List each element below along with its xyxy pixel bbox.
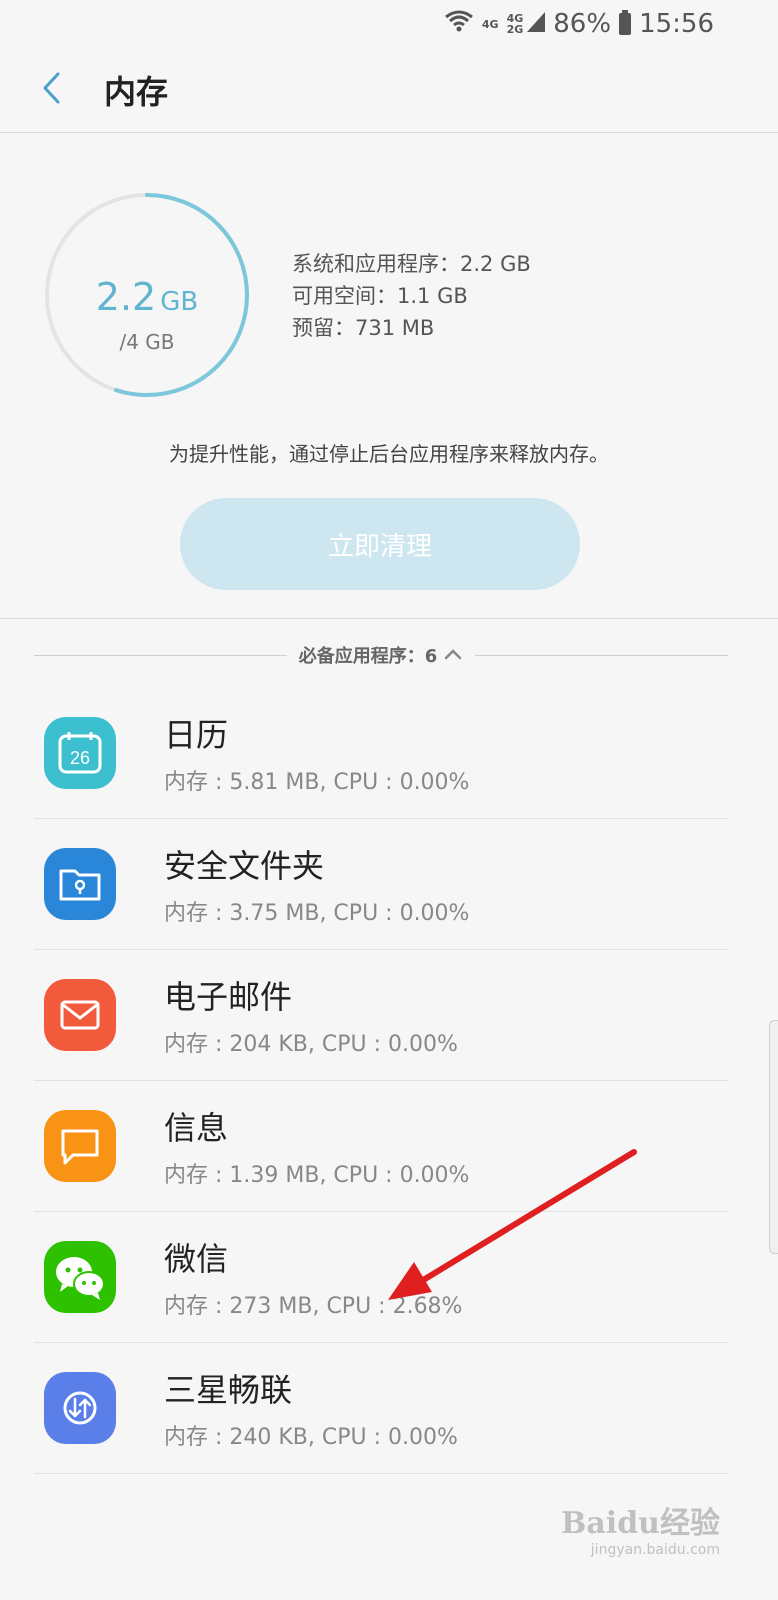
network-type-secondary: 4G 2G (506, 12, 524, 36)
app-usage: 内存 : 5.81 MB, CPU : 0.00% (164, 770, 470, 795)
stat-system-apps: 系统和应用程序：2.2 GB (292, 252, 531, 276)
app-usage: 内存 : 204 KB, CPU : 0.00% (164, 1032, 458, 1057)
clean-now-button[interactable]: 立即清理 (180, 498, 580, 590)
app-usage: 内存 : 240 KB, CPU : 0.00% (164, 1425, 458, 1450)
status-bar: 4G 4G 2G 86% 15:56 (0, 0, 778, 48)
divider-line-left (34, 654, 287, 656)
email-icon (44, 979, 116, 1051)
message-icon (44, 1110, 116, 1182)
section-label: 必备应用程序：6 (287, 642, 476, 668)
used-memory: 2.2 GB (44, 275, 250, 319)
list-item-email[interactable]: 电子邮件 内存 : 204 KB, CPU : 0.00% (34, 950, 728, 1081)
app-name: 日历 (164, 716, 229, 754)
annotation-arrow (388, 1149, 637, 1300)
divider-line-right (475, 654, 728, 656)
chevron-left-icon (40, 71, 64, 109)
battery-icon (619, 10, 632, 35)
app-name: 三星畅联 (164, 1371, 293, 1409)
list-item-samsung-connect[interactable]: 三星畅联 内存 : 240 KB, CPU : 0.00% (34, 1343, 728, 1474)
battery-percent: 86% (553, 9, 612, 39)
calendar-icon: 26 (44, 717, 116, 789)
wifi-icon (444, 9, 474, 40)
app-name: 电子邮件 (164, 978, 293, 1016)
status-time: 15:56 (639, 9, 714, 39)
stat-reserved: 预留：731 MB (292, 316, 435, 340)
performance-tip: 为提升性能，通过停止后台应用程序来释放内存。 (169, 442, 609, 466)
memory-stats: 系统和应用程序：2.2 GB 可用空间：1.1 GB 预留：731 MB (292, 248, 531, 344)
list-item-calendar[interactable]: 26 日历 内存 : 5.81 MB, CPU : 0.00% (34, 688, 728, 819)
total-memory: /4 GB (119, 330, 175, 354)
app-bar: 内存 (0, 48, 778, 133)
list-item-secure-folder[interactable]: 安全文件夹 内存 : 3.75 MB, CPU : 0.00% (34, 819, 728, 950)
memory-summary: 2.2 GB /4 GB 系统和应用程序：2.2 GB 可用空间：1.1 GB 预… (0, 180, 778, 420)
calendar-icon-day: 26 (70, 748, 90, 768)
watermark: Baidu经验 jingyan.baidu.com (561, 1498, 720, 1558)
samsung-connect-icon (44, 1372, 116, 1444)
used-memory-value: 2.2 (95, 275, 157, 319)
app-usage: 内存 : 3.75 MB, CPU : 0.00% (164, 901, 470, 926)
signal-secondary: 4G 2G (507, 9, 546, 39)
stat-available: 可用空间：1.1 GB (292, 284, 468, 308)
app-list: 26 日历 内存 : 5.81 MB, CPU : 0.00% 安全文件夹 内存… (34, 688, 728, 1474)
used-memory-unit: GB (160, 287, 199, 317)
wechat-icon (44, 1241, 116, 1313)
section-label-text: 必备应用程序：6 (298, 646, 438, 667)
divider (0, 618, 778, 619)
essential-apps-header[interactable]: 必备应用程序：6 (34, 640, 728, 670)
back-button[interactable] (22, 60, 82, 120)
edge-panel-handle[interactable] (769, 1020, 778, 1254)
watermark-url: jingyan.baidu.com (590, 1542, 720, 1558)
signal-icon (527, 9, 546, 39)
page-title: 内存 (104, 73, 169, 111)
secure-folder-icon (44, 848, 116, 920)
network-type-primary: 4G (481, 17, 499, 31)
app-name: 安全文件夹 (164, 847, 325, 885)
watermark-brand: Baidu经验 (561, 1506, 720, 1541)
app-name: 信息 (164, 1109, 229, 1147)
chevron-up-icon (443, 645, 463, 666)
